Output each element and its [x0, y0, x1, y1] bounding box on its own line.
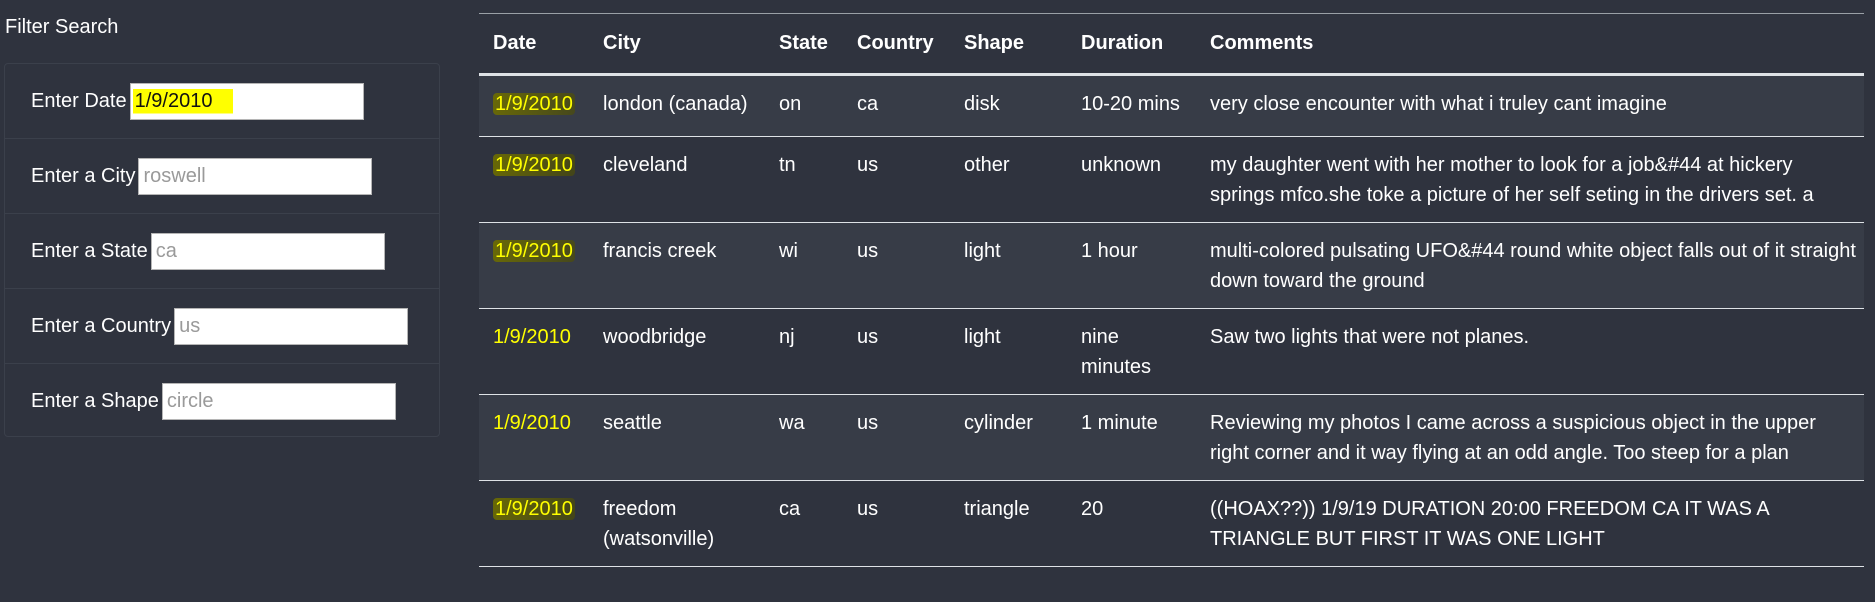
header-comments[interactable]: Comments: [1196, 13, 1864, 76]
shape-label: Enter a Shape: [31, 390, 159, 412]
ufo-table-container: Date City State Country Shape Duration C…: [479, 13, 1864, 567]
header-duration[interactable]: Duration: [1067, 13, 1196, 76]
cell-comments: Reviewing my photos I came across a susp…: [1196, 394, 1864, 481]
date-label: Enter Date: [31, 89, 127, 112]
cell-state: on: [765, 74, 843, 137]
cell-country: us: [843, 480, 950, 567]
filter-search-title: Filter Search: [5, 16, 119, 38]
cell-state: wi: [765, 222, 843, 309]
cell-duration: 20: [1067, 480, 1196, 567]
cell-comments: multi-colored pulsating UFO&#44 round wh…: [1196, 222, 1864, 309]
table-header-row: Date City State Country Shape Duration C…: [479, 13, 1864, 76]
cell-comments: ((HOAX??)) 1/9/19 DURATION 20:00 FREEDOM…: [1196, 480, 1864, 567]
cell-duration: unknown: [1067, 136, 1196, 223]
cell-date: 1/9/2010: [479, 308, 589, 395]
cell-duration: 10-20 mins: [1067, 74, 1196, 137]
cell-shape: light: [950, 308, 1067, 395]
cell-date: 1/9/2010: [479, 394, 589, 481]
date-highlight: 1/9/2010: [493, 498, 575, 520]
cell-country: us: [843, 394, 950, 481]
filter-row-state: Enter a State: [5, 214, 439, 289]
country-input[interactable]: [174, 307, 409, 345]
header-date[interactable]: Date: [479, 13, 589, 76]
cell-city: francis creek: [589, 222, 765, 309]
cell-country: us: [843, 308, 950, 395]
date-input[interactable]: [129, 82, 364, 120]
cell-date: 1/9/2010: [479, 222, 589, 309]
cell-city: freedom (watsonville): [589, 480, 765, 567]
ufo-sightings-table: Date City State Country Shape Duration C…: [479, 13, 1864, 567]
cell-country: us: [843, 222, 950, 309]
cell-country: ca: [843, 74, 950, 137]
state-input[interactable]: [150, 232, 385, 270]
filter-panel: Enter Date Enter a City Enter a State En…: [4, 63, 440, 437]
table-row: 1/9/2010 woodbridge nj us light nine min…: [479, 308, 1864, 395]
cell-shape: disk: [950, 74, 1067, 137]
shape-input[interactable]: [161, 383, 396, 420]
table-row: 1/9/2010 seattle wa us cylinder 1 minute…: [479, 394, 1864, 481]
city-label: Enter a City: [31, 164, 136, 187]
cell-date: 1/9/2010: [479, 136, 589, 223]
cell-comments: very close encounter with what i truley …: [1196, 74, 1864, 137]
filter-row-shape: Enter a Shape: [5, 364, 439, 439]
cell-city: cleveland: [589, 136, 765, 223]
date-highlight: 1/9/2010: [493, 154, 575, 176]
header-country[interactable]: Country: [843, 13, 950, 76]
date-highlight: 1/9/2010: [493, 240, 575, 262]
cell-city: woodbridge: [589, 308, 765, 395]
cell-shape: cylinder: [950, 394, 1067, 481]
country-label: Enter a Country: [31, 314, 172, 337]
cell-date: 1/9/2010: [479, 480, 589, 567]
date-highlight: 1/9/2010: [493, 93, 575, 115]
header-state[interactable]: State: [765, 13, 843, 76]
cell-duration: 1 hour: [1067, 222, 1196, 309]
cell-shape: triangle: [950, 480, 1067, 567]
cell-city: london (canada): [589, 74, 765, 137]
cell-state: wa: [765, 394, 843, 481]
cell-duration: nine minutes: [1067, 308, 1196, 395]
cell-comments: Saw two lights that were not planes.: [1196, 308, 1864, 395]
cell-duration: 1 minute: [1067, 394, 1196, 481]
header-shape[interactable]: Shape: [950, 13, 1067, 76]
cell-state: nj: [765, 308, 843, 395]
table-row: 1/9/2010 freedom (watsonville) ca us tri…: [479, 480, 1864, 567]
cell-shape: other: [950, 136, 1067, 223]
cell-country: us: [843, 136, 950, 223]
city-input[interactable]: [138, 157, 373, 195]
filter-row-date: Enter Date: [5, 64, 439, 139]
cell-city: seattle: [589, 394, 765, 481]
state-label: Enter a State: [31, 239, 148, 262]
table-row: 1/9/2010 cleveland tn us other unknown m…: [479, 136, 1864, 223]
table-row: 1/9/2010 francis creek wi us light 1 hou…: [479, 222, 1864, 309]
header-city[interactable]: City: [589, 13, 765, 76]
cell-comments: my daughter went with her mother to look…: [1196, 136, 1864, 223]
table-row: 1/9/2010 london (canada) on ca disk 10-2…: [479, 74, 1864, 137]
cell-date: 1/9/2010: [479, 74, 589, 137]
filter-sidebar: Filter Search Enter Date Enter a City En…: [0, 0, 445, 602]
cell-state: tn: [765, 136, 843, 223]
filter-row-country: Enter a Country: [5, 289, 439, 364]
cell-state: ca: [765, 480, 843, 567]
filter-row-city: Enter a City: [5, 139, 439, 214]
cell-shape: light: [950, 222, 1067, 309]
